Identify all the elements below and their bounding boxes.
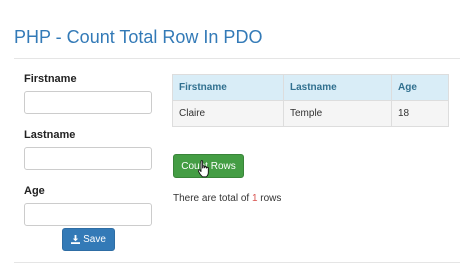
column-header-age: Age — [391, 74, 449, 101]
cell-lastname: Temple — [283, 100, 392, 127]
bottom-divider — [14, 262, 460, 263]
title-divider — [14, 58, 460, 59]
age-input[interactable] — [24, 203, 152, 226]
result-suffix: rows — [257, 193, 282, 204]
hand-pointer-icon — [197, 160, 211, 183]
column-header-lastname: Lastname — [283, 74, 392, 101]
result-prefix: There are total of — [173, 193, 252, 204]
age-label: Age — [24, 185, 45, 197]
lastname-input[interactable] — [24, 147, 152, 170]
row-count-result: There are total of 1 rows — [173, 193, 281, 204]
download-icon — [71, 235, 81, 244]
lastname-label: Lastname — [24, 129, 76, 141]
firstname-label: Firstname — [24, 73, 77, 85]
save-button[interactable]: Save — [62, 228, 115, 251]
firstname-input[interactable] — [24, 91, 152, 114]
members-table: Firstname Lastname Age Claire Temple 18 — [172, 74, 449, 127]
cell-firstname: Claire — [172, 100, 284, 127]
column-header-firstname: Firstname — [172, 74, 284, 101]
save-button-label: Save — [83, 234, 106, 245]
cell-age: 18 — [391, 100, 449, 127]
table-row: Claire Temple 18 — [172, 100, 449, 127]
member-form: Firstname Lastname Age — [24, 72, 152, 240]
page-title: PHP - Count Total Row In PDO — [14, 27, 263, 47]
table-header-row: Firstname Lastname Age — [172, 74, 449, 101]
